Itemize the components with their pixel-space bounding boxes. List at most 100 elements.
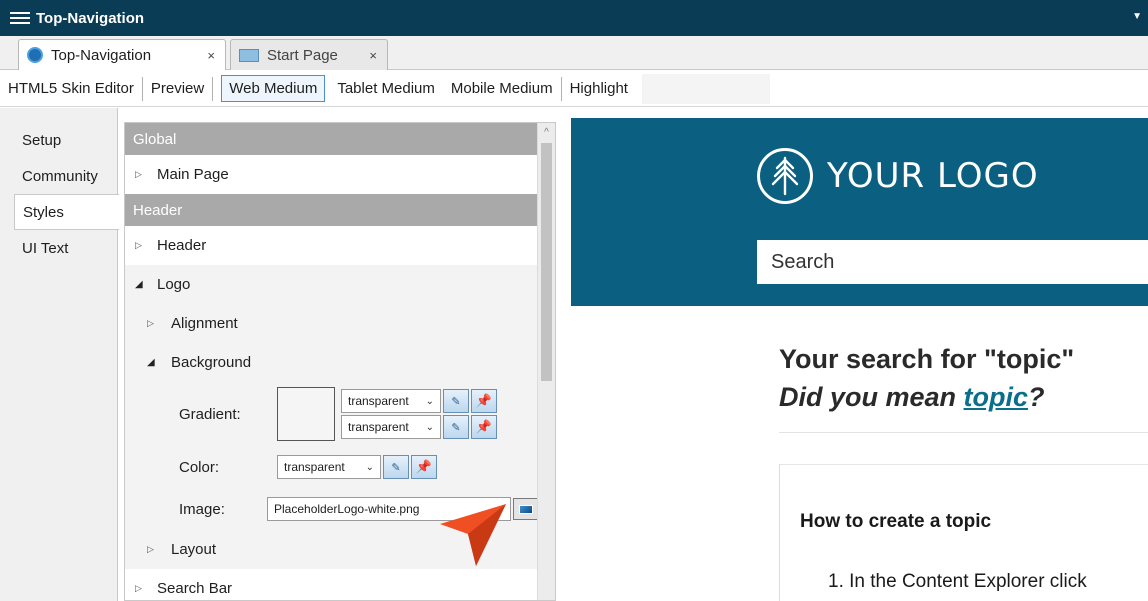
collapse-triangle-icon[interactable]: ◢ [147,357,161,368]
tree-item-header[interactable]: ▷ Header [125,226,539,265]
tablet-medium-button[interactable]: Tablet Medium [329,80,443,97]
skin-file-icon [27,47,43,63]
expand-triangle-icon[interactable]: ▷ [147,544,161,555]
web-medium-button[interactable]: Web Medium [221,75,326,102]
side-tab-styles[interactable]: Styles [14,194,119,230]
image-label: Image: [179,500,225,518]
side-tab-list: Setup Community Styles UI Text [0,108,119,601]
result-card-step: 1. In the Content Explorer click [828,571,1087,592]
gradient-end-select[interactable]: transparent ⌄ [341,415,441,439]
chevron-down-icon[interactable]: ▼ [1132,11,1142,22]
browse-image-button[interactable] [513,498,539,520]
pin-button[interactable]: 📌 [471,389,497,413]
page-icon [239,48,259,62]
close-icon[interactable]: × [207,48,215,63]
gradient-start-select[interactable]: transparent ⌄ [341,389,441,413]
expand-triangle-icon[interactable]: ▷ [135,169,149,180]
color-picker-icon: ✎ [391,461,401,474]
tree-item-logo[interactable]: ◢ Logo [125,265,539,304]
preview-button[interactable]: Preview [143,80,212,97]
expand-triangle-icon[interactable]: ▷ [135,240,149,251]
combo-value: transparent [348,394,409,408]
gradient-swatch[interactable] [277,387,335,441]
highlight-button[interactable]: Highlight [562,80,636,97]
scroll-up-icon[interactable]: ^ [538,123,555,141]
section-header: Header [125,194,539,226]
suggestion-link[interactable]: topic [964,382,1029,412]
tree-item-search-bar[interactable]: ▷ Search Bar [125,569,539,600]
tree-item-label: Logo [157,276,191,293]
tree-item-label: Main Page [157,166,229,183]
gradient-controls: transparent ⌄ ✎ 📌 transparent ⌄ ✎ 📌 [341,389,497,439]
pin-icon: 📌 [475,393,493,408]
color-picker-button[interactable]: ✎ [443,415,469,439]
tree-logo-icon [757,148,813,204]
tree-icon [771,156,799,196]
result-divider [779,432,1148,433]
chevron-down-icon: ⌄ [365,461,374,473]
did-you-mean: Did you mean topic? [779,382,1045,413]
pin-button[interactable]: 📌 [471,415,497,439]
pin-icon: 📌 [415,459,433,474]
color-property: Color: transparent ⌄ ✎ 📌 [125,446,539,488]
image-icon [519,504,533,514]
gradient-label: Gradient: [179,405,241,423]
toolbar-blank-area [641,73,770,104]
tree-item-label: Search Bar [157,580,233,597]
result-card-title[interactable]: How to create a topic [800,511,991,533]
document-tab-bar: Top-Navigation × Start Page × [0,36,1148,70]
tree-item-alignment[interactable]: ▷ Alignment [125,304,539,343]
color-picker-icon: ✎ [451,395,461,408]
skin-editor-button[interactable]: HTML5 Skin Editor [0,80,142,97]
color-select[interactable]: transparent ⌄ [277,455,381,479]
doc-tab-start-page[interactable]: Start Page × [230,39,388,70]
tree-item-label: Alignment [171,315,238,332]
combo-value: transparent [284,460,345,474]
side-tab-setup[interactable]: Setup [0,122,117,158]
doc-tab-top-navigation[interactable]: Top-Navigation × [18,39,226,70]
chevron-down-icon: ⌄ [425,421,434,433]
doc-tab-label: Start Page [267,46,338,64]
mobile-medium-button[interactable]: Mobile Medium [443,80,561,97]
pin-icon: 📌 [475,419,493,434]
doc-tab-label: Top-Navigation [51,46,152,64]
tree-item-main-page[interactable]: ▷ Main Page [125,155,539,194]
side-tab-community[interactable]: Community [0,158,117,194]
tree-item-label: Layout [171,541,217,558]
expand-triangle-icon[interactable]: ▷ [135,583,149,594]
preview-header-bar: YOUR LOGO Search [571,118,1148,306]
color-label: Color: [179,458,220,476]
did-you-mean-text: Did you mean [779,382,964,412]
search-result-heading: Your search for "topic" [779,344,1075,374]
search-result-card[interactable]: How to create a topic 1. In the Content … [779,464,1148,601]
pin-button[interactable]: 📌 [411,455,437,479]
callout-arrow-icon [440,504,506,566]
collapse-triangle-icon[interactable]: ◢ [135,279,149,290]
scroll-thumb[interactable] [541,143,552,381]
preview-logo: YOUR LOGO [757,148,1039,204]
close-icon[interactable]: × [369,48,377,63]
expand-triangle-icon[interactable]: ▷ [147,318,161,329]
preview-search-input[interactable]: Search [757,240,1148,284]
editor-toolbar: HTML5 Skin Editor Preview Web Medium Tab… [0,71,1148,107]
chevron-down-icon: ⌄ [425,395,434,407]
logo-text: YOUR LOGO [827,156,1039,196]
side-tab-ui-text[interactable]: UI Text [0,230,117,266]
section-global: Global [125,123,539,155]
color-picker-button[interactable]: ✎ [383,455,409,479]
color-picker-button[interactable]: ✎ [443,389,469,413]
tree-item-background[interactable]: ◢ Background [125,343,539,382]
tree-item-label: Background [171,354,252,371]
skin-preview-pane: YOUR LOGO Search Your search for "topic"… [571,108,1148,601]
combo-value: transparent [348,420,409,434]
properties-scrollbar[interactable]: ^ [537,123,555,600]
tree-item-label: Header [157,237,207,254]
combo-value: PlaceholderLogo-white.png [274,502,420,516]
did-you-mean-qmark: ? [1028,382,1045,412]
color-picker-icon: ✎ [451,421,461,434]
toolbar-divider [212,76,214,101]
window-title: Top-Navigation [36,9,145,27]
window-titlebar: Top-Navigation ▼ [0,0,1148,36]
gradient-property: Gradient: transparent ⌄ ✎ 📌 transparent ⌄ … [125,382,539,446]
hamburger-menu-icon[interactable] [10,12,30,24]
